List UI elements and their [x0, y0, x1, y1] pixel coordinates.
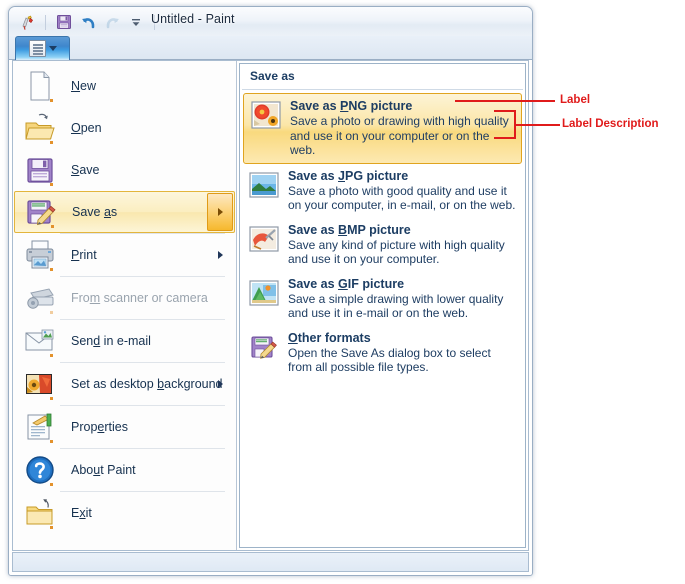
menu-item-from-scanner-or-camera: From scanner or camera: [14, 277, 235, 319]
menu-item-label: Open: [71, 121, 102, 135]
menu-item-save-as[interactable]: Save as: [14, 191, 235, 233]
menu-item-label: Save: [71, 163, 100, 177]
menu-item-label: Exit: [71, 506, 92, 520]
menu-item-send-in-email[interactable]: Send in e-mail: [14, 320, 235, 362]
redo-icon: [102, 12, 122, 32]
save-as-item-title: Other formats: [288, 330, 371, 345]
save-as-item-description: Save any kind of picture with high quali…: [288, 237, 505, 267]
save-as-item-gif[interactable]: Save as GIF picture Save a simple drawin…: [242, 272, 523, 326]
label-description-bracket-bottom: [494, 137, 516, 139]
title-bar: Untitled - Paint: [9, 7, 532, 37]
menu-item-set-as-desktop-background[interactable]: Set as desktop background: [14, 363, 235, 405]
menu-item-print[interactable]: Print: [14, 234, 235, 276]
menu-item-open[interactable]: Open: [14, 107, 235, 149]
label-description-callout-text: Label Description: [562, 118, 659, 130]
application-menu-left-pane: New Open Save Save as Print From scanner…: [13, 61, 237, 550]
window-title: Untitled - Paint: [151, 12, 235, 26]
save-as-item-title: Save as BMP picture: [288, 222, 411, 237]
printer-icon: [23, 238, 57, 272]
save-as-item-jpg[interactable]: Save as JPG picture Save a photo with go…: [242, 164, 523, 218]
menu-item-label: Properties: [71, 420, 128, 434]
properties-icon: [23, 410, 57, 444]
paint-window: Untitled - Paint New Open Save Save as P…: [8, 6, 533, 576]
save-as-item-bmp[interactable]: Save as BMP picture Save any kind of pic…: [242, 218, 523, 272]
paint-menu-button[interactable]: [15, 36, 70, 60]
save-as-item-description: Save a simple drawing with lower quality…: [288, 291, 504, 321]
floppy-disk-icon: [23, 153, 57, 187]
save-icon[interactable]: [54, 12, 74, 32]
save-as-item-description: Save a photo or drawing with high qualit…: [290, 114, 509, 157]
jpg-photo-icon: [249, 170, 279, 200]
label-description-bracket-top: [494, 110, 516, 112]
about-help-icon: [23, 453, 57, 487]
save-as-item-description: Save a photo with good quality and use i…: [288, 183, 516, 213]
customize-qat-icon[interactable]: [126, 12, 146, 32]
menu-item-label: From scanner or camera: [71, 291, 208, 305]
menu-item-label: Set as desktop background: [71, 377, 223, 391]
email-icon: [23, 324, 57, 358]
paint-app-icon[interactable]: [17, 12, 37, 32]
menu-lines-icon: [28, 40, 46, 57]
undo-icon[interactable]: [78, 12, 98, 32]
save-as-panel-header: Save as: [242, 64, 523, 90]
save-as-item-description: Open the Save As dialog box to select fr…: [288, 345, 491, 375]
other-formats-icon: [249, 332, 279, 362]
png-flower-icon: [251, 100, 281, 130]
menu-item-label: Send in e-mail: [71, 334, 151, 348]
menu-item-label: New: [71, 79, 97, 93]
menu-item-label: Print: [71, 248, 97, 262]
menu-item-new[interactable]: New: [14, 65, 235, 107]
save-as-submenu-arrow[interactable]: [207, 193, 233, 231]
chevron-down-icon: [48, 46, 57, 51]
save-as-icon: [24, 195, 58, 229]
desktop-background-icon: [23, 367, 57, 401]
save-as-item-title: Save as JPG picture: [288, 168, 409, 183]
label-description-callout-line: [514, 124, 560, 126]
menu-item-save[interactable]: Save: [14, 149, 235, 191]
exit-folder-icon: [23, 496, 57, 530]
print-submenu-arrow[interactable]: [218, 251, 223, 259]
save-as-panel-box: Save as Save as PNG picture Save a photo…: [239, 63, 526, 548]
save-as-item-other-formats[interactable]: Other formats Open the Save As dialog bo…: [242, 326, 523, 380]
menu-item-properties[interactable]: Properties: [14, 406, 235, 448]
bmp-paint-icon: [249, 224, 279, 254]
qat-separator: [45, 14, 46, 30]
gif-drawing-icon: [249, 278, 279, 308]
menu-item-about-paint[interactable]: About Paint: [14, 449, 235, 491]
screen-root: Untitled - Paint New Open Save Save as P…: [0, 0, 685, 584]
menu-item-label: Save as: [72, 205, 118, 219]
scanner-icon: [23, 281, 57, 315]
set-as-desktop-background-submenu-arrow[interactable]: [218, 380, 223, 388]
label-callout-text: Label: [560, 94, 591, 106]
open-folder-icon: [23, 111, 57, 145]
menu-item-label: About Paint: [71, 463, 136, 477]
quick-access-toolbar: [17, 11, 159, 33]
menu-item-exit[interactable]: Exit: [14, 492, 235, 534]
save-as-item-title: Save as GIF picture: [288, 276, 405, 291]
application-menu: New Open Save Save as Print From scanner…: [12, 60, 529, 551]
ribbon-strip: [9, 36, 532, 60]
save-as-item-png[interactable]: Save as PNG picture Save a photo or draw…: [243, 93, 522, 164]
new-document-icon: [23, 69, 57, 103]
save-as-panel: Save as Save as PNG picture Save a photo…: [237, 61, 528, 550]
application-menu-footer: [12, 552, 529, 572]
label-callout-line: [455, 100, 555, 102]
